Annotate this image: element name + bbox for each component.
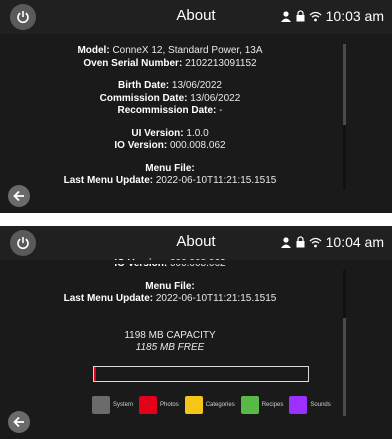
model-value: ConneX 12, Standard Power, 13A: [112, 45, 263, 56]
ui-version-label: UI Version:: [131, 127, 184, 139]
legend-label: Sounds: [310, 402, 331, 408]
io-version-row: IO Version: 000.008.062: [20, 140, 320, 153]
legend-item: System: [92, 396, 133, 414]
last-update-value: 2022-06-10T11:21:15.1515: [155, 293, 277, 304]
clock-time: 10:04 am: [325, 234, 384, 250]
legend-swatch: [240, 396, 259, 414]
legend-item: Photos: [139, 396, 179, 414]
serial-row: Oven Serial Number: 2102213091152: [20, 58, 320, 71]
model-label: Model:: [77, 45, 110, 56]
last-update-label: Last Menu Update:: [63, 175, 154, 186]
storage-legend: System Photos Categories Recipes Sounds: [92, 396, 331, 414]
last-update-row: Last Menu Update: 2022-06-10T11:21:15.15…: [20, 293, 320, 306]
legend-item: Sounds: [289, 396, 331, 414]
wifi-icon: [309, 11, 322, 21]
back-arrow-icon: [13, 416, 24, 428]
legend-swatch: [92, 396, 110, 414]
birth-label: Birth Date:: [118, 80, 170, 91]
legend-label: Recipes: [261, 402, 284, 408]
io-version-label: IO Version:: [114, 140, 168, 151]
legend-swatch: [289, 396, 308, 414]
lock-icon: [296, 10, 305, 22]
legend-item: Categories: [184, 396, 235, 414]
wifi-icon: [309, 237, 322, 247]
ui-version-row: UI Version: 1.0.0: [20, 128, 320, 141]
scrollbar-thumb[interactable]: [343, 270, 346, 318]
birth-row: Birth Date: 13/06/2022: [20, 80, 320, 93]
lock-icon: [296, 236, 305, 248]
io-version-value: 000.008.062: [169, 140, 226, 151]
free-text: 1185 MB FREE: [135, 342, 205, 353]
about-screen-1: About 10:03 am Model: ConneX 12, Standar…: [0, 0, 392, 213]
last-update-row: Last Menu Update: 2022-06-10T11:21:15.15…: [20, 175, 320, 188]
back-button[interactable]: [8, 185, 30, 207]
top-bar: About 10:04 am: [0, 226, 392, 260]
serial-label: Oven Serial Number:: [83, 57, 183, 69]
legend-label: Categories: [205, 402, 235, 408]
status-area: 10:03 am: [280, 8, 384, 24]
legend-label: Photos: [160, 402, 179, 408]
status-area: 10:04 am: [280, 234, 384, 250]
legend-item: Recipes: [240, 396, 284, 414]
commission-value: 13/06/2022: [190, 92, 241, 104]
user-icon: [280, 11, 291, 22]
legend-swatch: [139, 396, 158, 414]
menu-file-label: Menu File:: [145, 162, 195, 174]
back-arrow-icon: [13, 190, 24, 202]
user-icon: [280, 237, 291, 248]
ui-version-value: 1.0.0: [186, 127, 209, 139]
storage-bar: [93, 366, 309, 382]
commission-row: Commission Date: 13/06/2022: [20, 93, 320, 106]
legend-swatch: [184, 396, 203, 414]
about-details: IO Version: 000.008.062 Menu File: Last …: [20, 258, 320, 355]
clock-time: 10:03 am: [325, 8, 384, 24]
last-update-label: Last Menu Update:: [63, 293, 154, 304]
top-bar: About 10:03 am: [0, 0, 392, 34]
birth-value: 13/06/2022: [171, 80, 222, 91]
back-button[interactable]: [8, 411, 30, 433]
about-screen-2: About 10:04 am IO Version: 000.008.062 M…: [0, 226, 392, 439]
commission-label: Commission Date:: [99, 92, 188, 104]
recommission-label: Recommission Date:: [117, 105, 217, 116]
storage-bar-fill: [94, 367, 97, 381]
recommission-row: Recommission Date: -: [20, 105, 320, 118]
about-details: Model: ConneX 12, Standard Power, 13A Ov…: [20, 45, 320, 188]
scrollbar-thumb[interactable]: [343, 125, 346, 190]
serial-value: 2102213091152: [185, 57, 257, 69]
menu-file-row: Menu File:: [20, 281, 320, 294]
last-update-value: 2022-06-10T11:21:15.1515: [155, 175, 277, 186]
recommission-value: -: [219, 105, 223, 116]
capacity-text: 1198 MB CAPACITY: [124, 329, 216, 341]
menu-file-label: Menu File:: [145, 280, 195, 292]
menu-file-row: Menu File:: [20, 163, 320, 176]
legend-label: System: [113, 402, 134, 408]
model-row: Model: ConneX 12, Standard Power, 13A: [20, 45, 320, 58]
